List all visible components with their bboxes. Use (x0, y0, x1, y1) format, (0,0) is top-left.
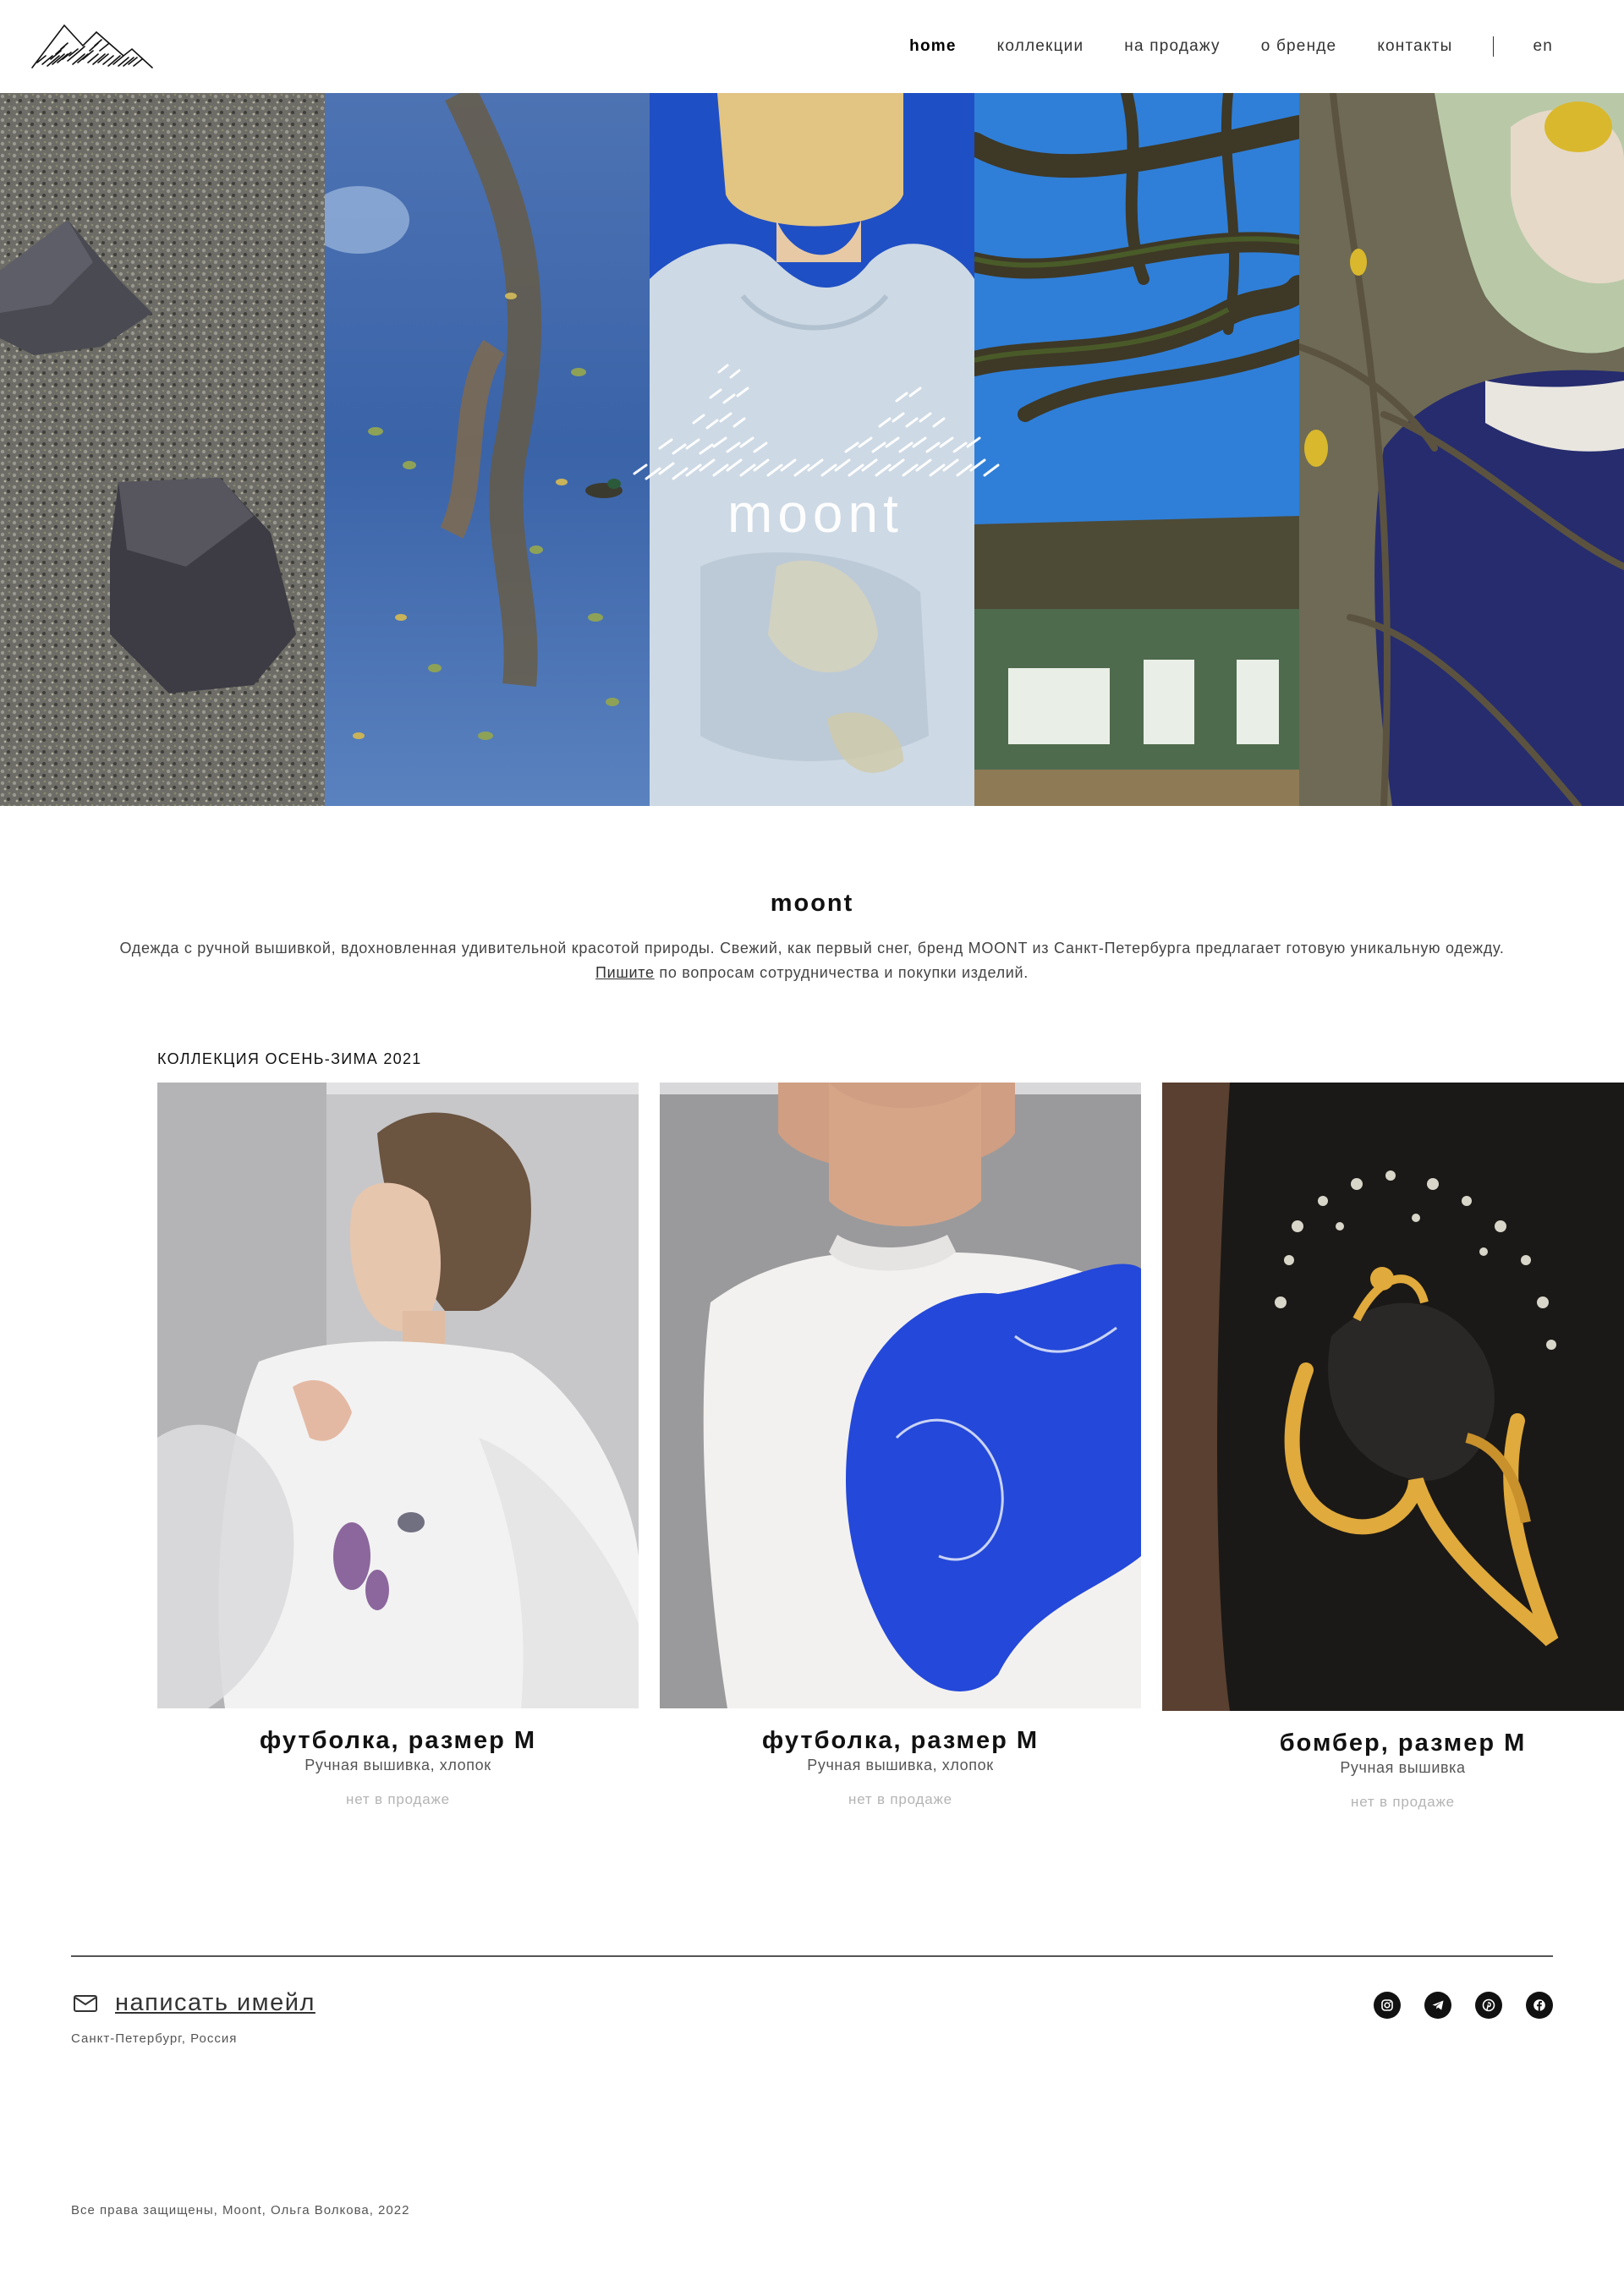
product-status: нет в продаже (346, 1791, 450, 1807)
mountain-logo[interactable] (30, 20, 154, 71)
hero-photo-tree-house (974, 93, 1299, 806)
footer-divider (71, 1955, 1553, 1957)
product-name[interactable]: футболка, размер М (660, 1727, 1141, 1755)
site-header: home коллекции на продажу о бренде конта… (0, 0, 1624, 93)
product-card[interactable]: футболка, размер М Ручная вышивка, хлопо… (660, 1083, 1141, 1808)
facebook-icon[interactable] (1526, 1992, 1553, 2019)
write-email-label[interactable]: написать имейл (115, 1989, 315, 2017)
nav-home[interactable]: home (909, 37, 956, 56)
footer-city: Санкт-Петербург, Россия (71, 2031, 238, 2046)
write-email-link[interactable]: написать имейл (73, 1989, 315, 2017)
product-description: Ручная вышивка, хлопок (304, 1757, 491, 1773)
nav-collections[interactable]: коллекции (997, 37, 1084, 56)
nav-about-brand[interactable]: о бренде (1261, 37, 1337, 56)
intro-title: moont (770, 890, 854, 917)
product-name[interactable]: бомбер, размер М (1162, 1730, 1624, 1757)
hero-photo-person-branches (1299, 93, 1624, 806)
write-us-link[interactable]: Пишите (595, 964, 655, 981)
copyright: Все права защищены, Moont, Ольга Волкова… (71, 2203, 410, 2217)
product-card[interactable]: футболка, размер М Ручная вышивка, хлопо… (157, 1083, 639, 1808)
product-photo-woman-tshirt[interactable] (157, 1083, 639, 1708)
hero-photo-water (325, 93, 650, 806)
nav-divider (1493, 36, 1495, 57)
instagram-icon[interactable] (1374, 1992, 1401, 2019)
mail-icon (74, 1994, 97, 2012)
product-status: нет в продаже (848, 1791, 952, 1807)
pinterest-icon[interactable] (1475, 1992, 1502, 2019)
product-description: Ручная вышивка (1340, 1759, 1466, 1776)
language-switch[interactable]: en (1533, 37, 1553, 56)
hero-brand-word: moont (727, 483, 903, 544)
nav-for-sale[interactable]: на продажу (1124, 37, 1220, 56)
main-nav: home коллекции на продажу о бренде конта… (869, 0, 1553, 93)
hero-gallery (0, 93, 1624, 806)
intro-text-line1: Одежда с ручной вышивкой, вдохновленная … (119, 940, 1505, 957)
product-photo-boy-tshirt[interactable] (660, 1083, 1141, 1708)
product-card[interactable]: бомбер, размер М Ручная вышивка нет в пр… (1162, 1083, 1624, 1811)
product-name[interactable]: футболка, размер М (157, 1727, 639, 1755)
telegram-icon[interactable] (1424, 1992, 1451, 2019)
intro-section: moont Одежда с ручной вышивкой, вдохновл… (0, 890, 1624, 985)
hero-photo-hoodie (650, 93, 974, 806)
hero-photo-stones (0, 93, 325, 806)
product-status: нет в продаже (1351, 1794, 1455, 1810)
product-description: Ручная вышивка, хлопок (807, 1757, 994, 1773)
product-photo-bomber[interactable] (1162, 1083, 1624, 1711)
collection-title: КОЛЛЕКЦИЯ ОСЕНЬ-ЗИМА 2021 (157, 1050, 422, 1067)
social-links (1350, 1992, 1553, 2019)
nav-contacts[interactable]: контакты (1377, 37, 1452, 56)
intro-text-line2: по вопросам сотрудничества и покупки изд… (654, 964, 1029, 981)
intro-text: Одежда с ручной вышивкой, вдохновленная … (0, 936, 1624, 985)
